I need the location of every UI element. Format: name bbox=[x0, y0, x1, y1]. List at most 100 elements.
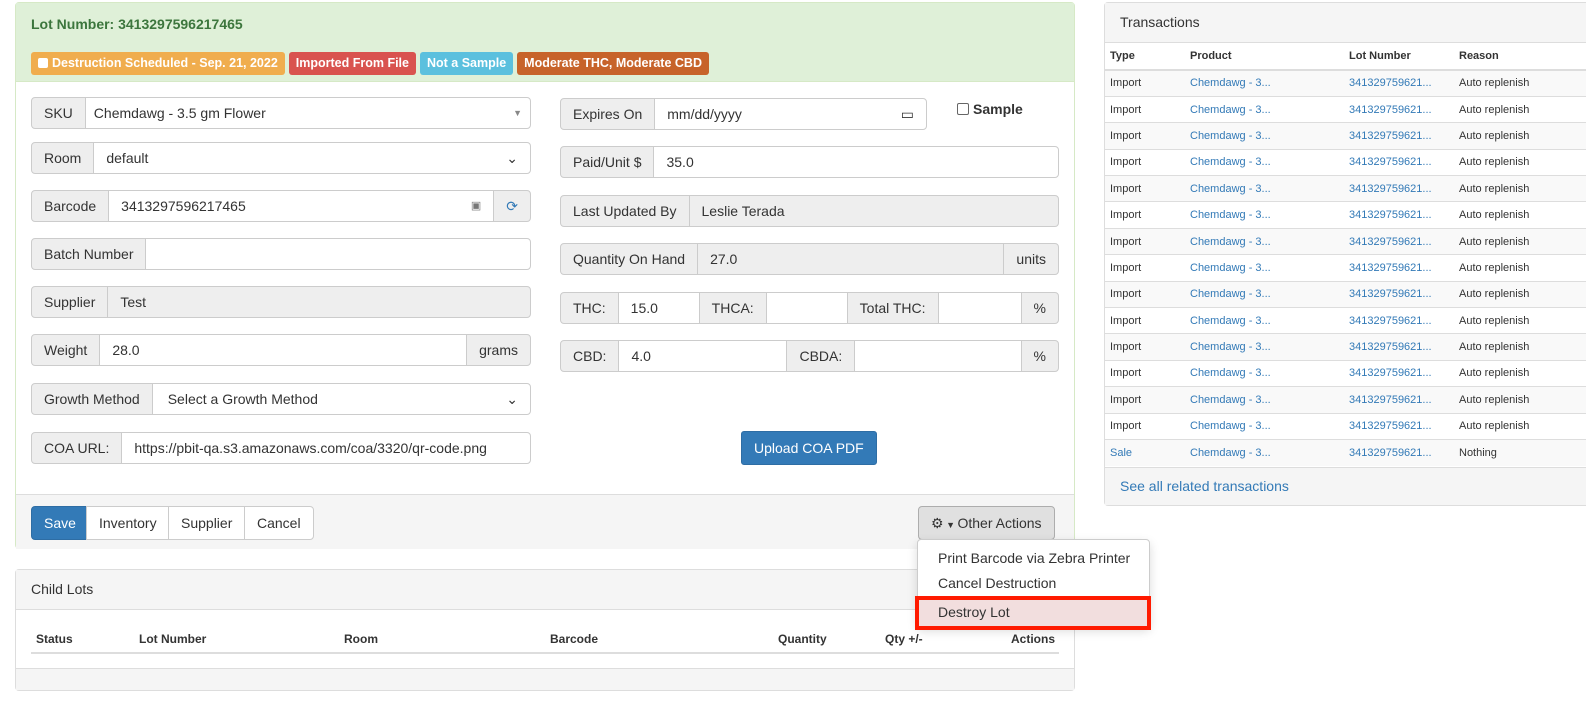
product-cell: Chemdawg - 3... bbox=[1185, 359, 1344, 387]
transaction-row: Import Chemdawg - 3... 341329759621... Auto… bbox=[1105, 148, 1586, 176]
product-link[interactable]: Chemdawg - 3... bbox=[1190, 104, 1271, 116]
coa-input[interactable]: https://pbit-qa.s3.amazonaws.com/coa/332… bbox=[121, 432, 531, 464]
batch-input[interactable] bbox=[145, 238, 531, 270]
see-all-transactions-link[interactable]: See all related transactions bbox=[1120, 478, 1289, 494]
lot-link[interactable]: 341329759621... bbox=[1349, 104, 1432, 116]
lot-link[interactable]: 341329759621... bbox=[1349, 315, 1432, 327]
lot-link[interactable]: 341329759621... bbox=[1349, 262, 1432, 274]
menu-item-print-barcode[interactable]: Print Barcode via Zebra Printer bbox=[938, 550, 1130, 566]
room-value: default bbox=[106, 150, 149, 166]
product-link[interactable]: Chemdawg - 3... bbox=[1190, 447, 1271, 459]
lot-link[interactable]: 341329759621... bbox=[1349, 288, 1432, 300]
supplier-button[interactable]: Supplier bbox=[168, 506, 246, 540]
type-cell: Import bbox=[1105, 412, 1185, 440]
total-thc-input[interactable] bbox=[937, 292, 1022, 324]
product-link[interactable]: Chemdawg - 3... bbox=[1190, 262, 1271, 274]
lot-link[interactable]: 341329759621... bbox=[1349, 183, 1432, 195]
transaction-row: Import Chemdawg - 3... 341329759621... Auto… bbox=[1105, 307, 1586, 334]
product-link[interactable]: Chemdawg - 3... bbox=[1190, 77, 1271, 89]
contact-card-icon: ▣ bbox=[470, 200, 482, 212]
type-cell: Import bbox=[1105, 254, 1185, 282]
lot-link[interactable]: 341329759621... bbox=[1349, 156, 1432, 168]
lot-link[interactable]: 341329759621... bbox=[1349, 447, 1432, 459]
barcode-group: Barcode 3413297596217465 ▣ ⟳ bbox=[31, 190, 531, 222]
reason: Auto replenish bbox=[1459, 129, 1530, 142]
product-cell: Chemdawg - 3... bbox=[1185, 227, 1344, 255]
lot-link[interactable]: 341329759621... bbox=[1349, 420, 1432, 432]
lot-header: Lot Number: 3413297596217465 Destruction… bbox=[16, 3, 1074, 82]
product-cell: Chemdawg - 3... bbox=[1185, 307, 1344, 334]
thca-input[interactable] bbox=[765, 292, 848, 324]
product-cell: Chemdawg - 3... bbox=[1185, 148, 1344, 176]
type: Import bbox=[1110, 261, 1142, 274]
checkbox-icon bbox=[38, 58, 48, 68]
product-link[interactable]: Chemdawg - 3... bbox=[1190, 156, 1271, 168]
save-button[interactable]: Save bbox=[31, 506, 89, 540]
product-cell: Chemdawg - 3... bbox=[1185, 254, 1344, 282]
other-actions-button[interactable]: ⚙ ▼ Other Actions bbox=[918, 506, 1055, 540]
type-cell: Import bbox=[1105, 69, 1185, 97]
gears-icon: ⚙ bbox=[931, 515, 944, 531]
product-link[interactable]: Chemdawg - 3... bbox=[1190, 341, 1271, 353]
expires-input[interactable]: mm/dd/yyyy ▭ bbox=[654, 98, 927, 130]
col-quantity: Quantity bbox=[778, 632, 827, 646]
cancel-button[interactable]: Cancel bbox=[244, 506, 314, 540]
thc-label: THC: bbox=[560, 292, 619, 324]
cbda-input[interactable] bbox=[854, 340, 1022, 372]
menu-item-cancel-destruction[interactable]: Cancel Destruction bbox=[938, 575, 1056, 591]
product-link[interactable]: Chemdawg - 3... bbox=[1190, 367, 1271, 379]
room-select[interactable]: default ⌄ bbox=[93, 142, 531, 174]
lot-cell: 341329759621... bbox=[1344, 254, 1454, 282]
weight-input[interactable]: 28.0 bbox=[99, 334, 468, 366]
lot-cell: 341329759621... bbox=[1344, 122, 1454, 150]
barcode-input[interactable]: 3413297596217465 ▣ bbox=[108, 190, 495, 222]
product-link[interactable]: Chemdawg - 3... bbox=[1190, 420, 1271, 432]
lot-link[interactable]: 341329759621... bbox=[1349, 77, 1432, 89]
reason-cell: Auto replenish bbox=[1454, 95, 1586, 123]
calendar-icon[interactable]: ▭ bbox=[901, 99, 914, 129]
product-link[interactable]: Chemdawg - 3... bbox=[1190, 394, 1271, 406]
inventory-button[interactable]: Inventory bbox=[86, 506, 170, 540]
refresh-barcode-button[interactable]: ⟳ bbox=[493, 190, 531, 222]
type: Import bbox=[1110, 420, 1142, 433]
product-link[interactable]: Chemdawg - 3... bbox=[1190, 315, 1271, 327]
lot-link[interactable]: 341329759621... bbox=[1349, 236, 1432, 248]
transaction-row: Import Chemdawg - 3... 341329759621... Auto… bbox=[1105, 227, 1586, 255]
thc-input[interactable]: 15.0 bbox=[617, 292, 700, 324]
thca-label: THCA: bbox=[698, 292, 767, 324]
col-actions: Actions bbox=[1011, 632, 1056, 646]
menu-item-destroy-lot[interactable]: Destroy Lot bbox=[915, 596, 1151, 630]
lot-link[interactable]: 341329759621... bbox=[1349, 367, 1432, 379]
sample-checkbox[interactable]: Sample bbox=[957, 101, 1023, 117]
reason: Auto replenish bbox=[1459, 367, 1530, 380]
transaction-row: Import Chemdawg - 3... 341329759621... Auto… bbox=[1105, 69, 1586, 97]
reason-cell: Auto replenish bbox=[1454, 280, 1586, 308]
reason-cell: Auto replenish bbox=[1454, 359, 1586, 387]
batch-label: Batch Number bbox=[31, 238, 147, 270]
col-qty-change: Qty +/- bbox=[885, 632, 923, 646]
lot-cell: 341329759621... bbox=[1344, 69, 1454, 97]
product-link[interactable]: Chemdawg - 3... bbox=[1190, 130, 1271, 142]
lot-link[interactable]: 341329759621... bbox=[1349, 130, 1432, 142]
product-link[interactable]: Chemdawg - 3... bbox=[1190, 209, 1271, 221]
product-link[interactable]: Chemdawg - 3... bbox=[1190, 288, 1271, 300]
type-cell: Sale bbox=[1105, 438, 1185, 466]
product-link[interactable]: Chemdawg - 3... bbox=[1190, 236, 1271, 248]
cbd-label: CBD: bbox=[560, 340, 620, 372]
room-group: Room default ⌄ bbox=[31, 142, 531, 174]
paid-input[interactable]: 35.0 bbox=[653, 146, 1059, 178]
cbd-input[interactable]: 4.0 bbox=[618, 340, 788, 372]
product-link[interactable]: Chemdawg - 3... bbox=[1190, 183, 1271, 195]
upload-coa-button[interactable]: Upload COA PDF bbox=[741, 431, 877, 465]
supplier-label: Supplier bbox=[31, 286, 109, 318]
lot-link[interactable]: 341329759621... bbox=[1349, 394, 1432, 406]
type[interactable]: Sale bbox=[1110, 447, 1132, 459]
reason: Auto replenish bbox=[1459, 393, 1530, 406]
expires-label: Expires On bbox=[560, 98, 656, 130]
reason: Auto replenish bbox=[1459, 182, 1530, 195]
lot-link[interactable]: 341329759621... bbox=[1349, 209, 1432, 221]
growth-select[interactable]: Select a Growth Method ⌄ bbox=[151, 383, 531, 415]
lot-link[interactable]: 341329759621... bbox=[1349, 341, 1432, 353]
product-cell: Chemdawg - 3... bbox=[1185, 412, 1344, 440]
sku-select[interactable]: Chemdawg - 3.5 gm Flower ▼ bbox=[84, 97, 531, 129]
